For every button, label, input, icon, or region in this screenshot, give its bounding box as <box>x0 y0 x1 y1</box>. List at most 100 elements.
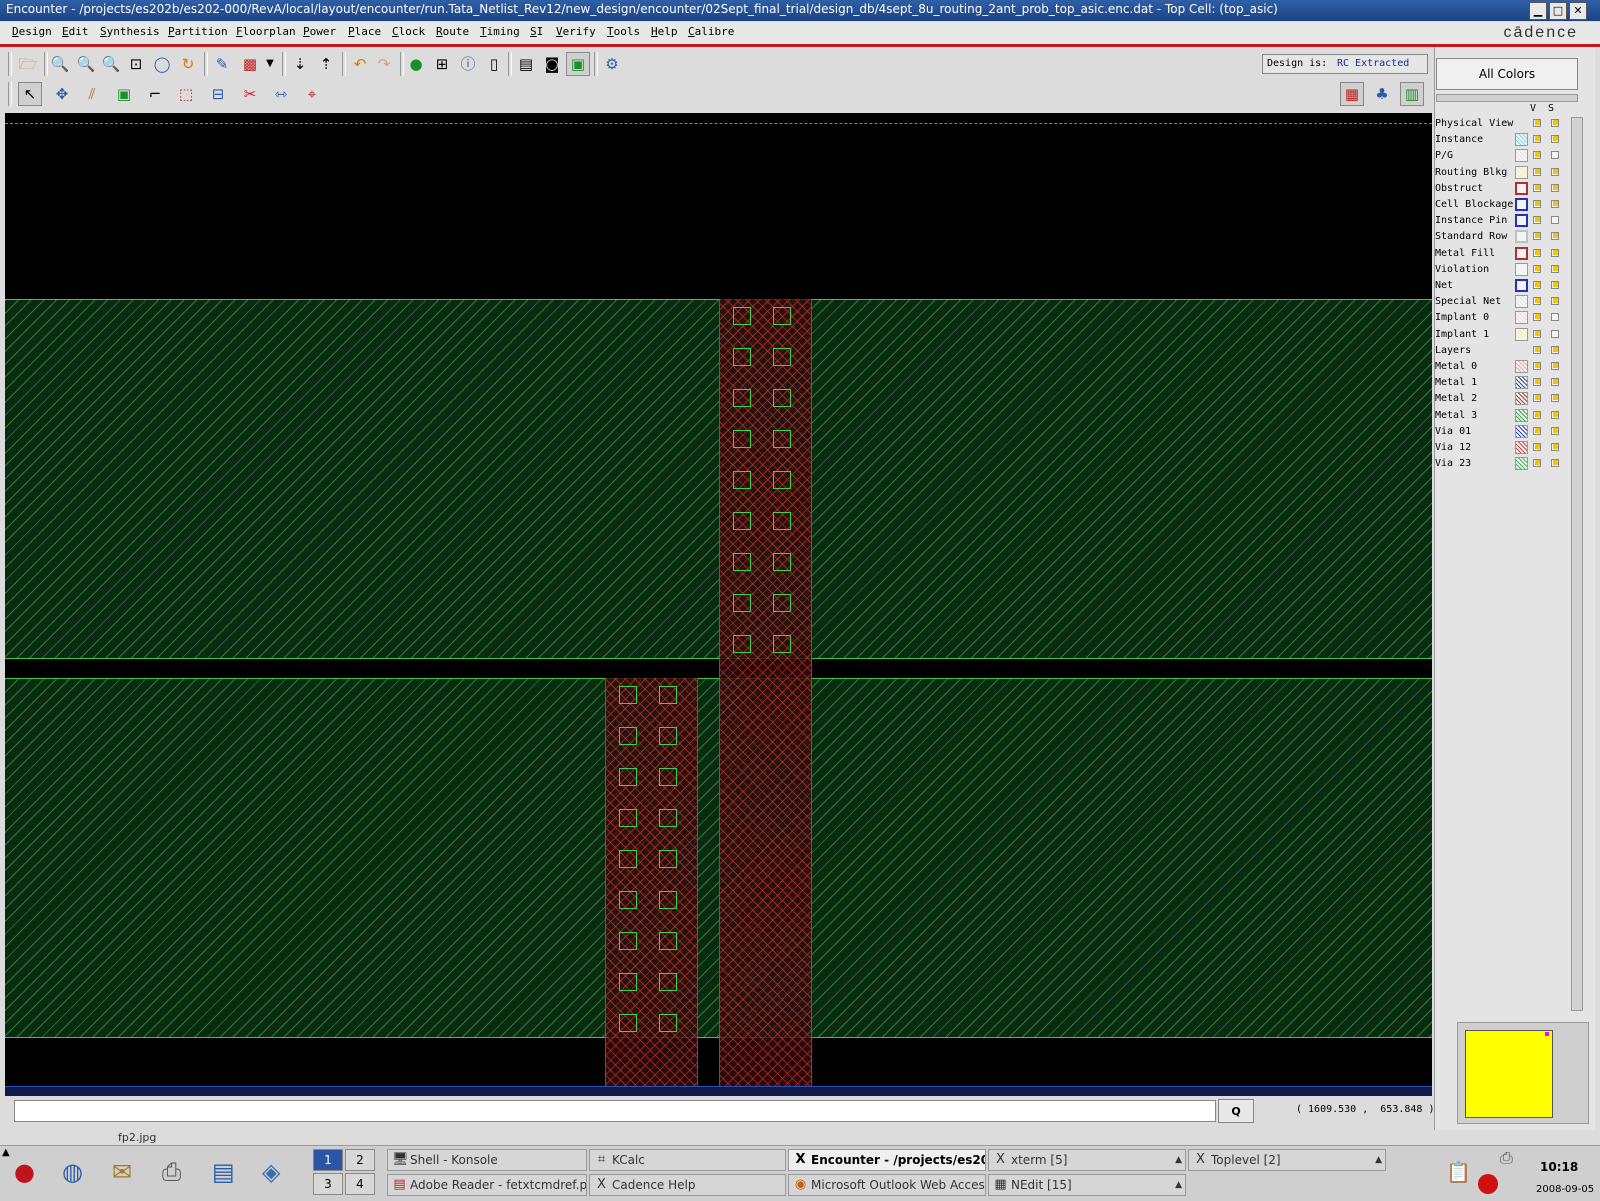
layer-row[interactable]: Net <box>1435 278 1570 294</box>
visibility-checkbox[interactable] <box>1533 168 1541 176</box>
layer-row[interactable]: P/G <box>1435 148 1570 164</box>
menu-partition[interactable]: Partition <box>168 25 228 38</box>
layer-row[interactable]: Violation <box>1435 262 1570 278</box>
selectable-checkbox[interactable] <box>1551 346 1559 354</box>
zoom-area-icon[interactable]: 🔍 <box>99 52 123 76</box>
menu-verify[interactable]: Verify <box>556 25 596 38</box>
task-cadence-help[interactable]: X Cadence Help <box>589 1174 786 1196</box>
task-nedit[interactable]: ▦ NEdit [15] ▲ <box>988 1174 1186 1196</box>
design-overview-minimap[interactable] <box>1465 1030 1553 1118</box>
office-launcher-icon[interactable]: ▤ <box>212 1158 235 1186</box>
layer-color-swatch[interactable] <box>1515 149 1528 162</box>
move-icon[interactable]: ✥ <box>50 82 74 106</box>
visibility-checkbox[interactable] <box>1533 281 1541 289</box>
via-cut[interactable] <box>659 809 677 827</box>
minimize-button[interactable]: ▁ <box>1529 2 1547 20</box>
layer-color-swatch[interactable] <box>1515 214 1528 227</box>
visibility-checkbox[interactable] <box>1533 378 1541 386</box>
ruler-icon[interactable]: ⌐ <box>143 82 167 106</box>
via-cut[interactable] <box>619 850 637 868</box>
via-cut[interactable] <box>733 553 751 571</box>
via-cut[interactable] <box>619 686 637 704</box>
layer-color-swatch[interactable] <box>1515 166 1528 179</box>
hierarchy-browser-icon[interactable]: ⊞ <box>430 52 454 76</box>
via-cut[interactable] <box>733 348 751 366</box>
selectable-checkbox[interactable] <box>1551 184 1559 192</box>
layer-color-swatch[interactable] <box>1515 409 1528 422</box>
visibility-checkbox[interactable] <box>1533 443 1541 451</box>
via-cut[interactable] <box>773 553 791 571</box>
via-cut[interactable] <box>773 471 791 489</box>
open-folder-icon[interactable]: 🗁 <box>16 52 40 76</box>
zoom-previous-icon[interactable]: ◯ <box>150 52 174 76</box>
layer-row[interactable]: Instance Pin <box>1435 213 1570 229</box>
layer-color-swatch[interactable] <box>1515 441 1528 454</box>
amoeba-view-icon[interactable]: ♣ <box>1370 82 1394 106</box>
visibility-checkbox[interactable] <box>1533 200 1541 208</box>
redo-icon[interactable]: ↷ <box>372 52 396 76</box>
via-cut[interactable] <box>659 727 677 745</box>
layer-color-swatch[interactable] <box>1515 457 1528 470</box>
layer-row[interactable]: Cell Blockage <box>1435 197 1570 213</box>
visibility-checkbox[interactable] <box>1533 346 1541 354</box>
layer-panel-scrollbar[interactable] <box>1571 117 1583 1011</box>
camera-icon[interactable]: ◙ <box>540 52 564 76</box>
undo-icon[interactable]: ↶ <box>348 52 372 76</box>
selectable-checkbox[interactable] <box>1551 200 1559 208</box>
redraw-icon[interactable]: ↻ <box>176 52 200 76</box>
selectable-checkbox[interactable] <box>1551 281 1559 289</box>
via-cut[interactable] <box>659 891 677 909</box>
query-button[interactable]: Q <box>1218 1099 1254 1123</box>
stretch-icon[interactable]: ⬚ <box>174 82 198 106</box>
layer-color-swatch[interactable] <box>1515 311 1528 324</box>
panel-slider[interactable] <box>1436 94 1578 102</box>
visibility-checkbox[interactable] <box>1533 119 1541 127</box>
via-cut[interactable] <box>733 635 751 653</box>
selectable-checkbox[interactable] <box>1551 459 1559 467</box>
zoom-out-icon[interactable]: 🔍 <box>74 52 98 76</box>
measure-icon[interactable]: ⊟ <box>206 82 230 106</box>
menu-route[interactable]: Route <box>436 25 469 38</box>
printer-tray-icon[interactable]: ⎙ <box>1500 1148 1513 1168</box>
via-cut[interactable] <box>619 891 637 909</box>
layer-color-swatch[interactable] <box>1515 182 1528 195</box>
visibility-checkbox[interactable] <box>1533 297 1541 305</box>
visibility-checkbox[interactable] <box>1533 330 1541 338</box>
layer-row[interactable]: Via 01 <box>1435 424 1570 440</box>
floorplan-view-icon[interactable]: ▦ <box>1340 82 1364 106</box>
layer-row[interactable]: Physical View <box>1435 116 1570 132</box>
layer-color-swatch[interactable] <box>1515 392 1528 405</box>
selectable-checkbox[interactable] <box>1551 394 1559 402</box>
selectable-checkbox[interactable] <box>1551 297 1559 305</box>
selectable-checkbox[interactable] <box>1551 249 1559 257</box>
layout-canvas[interactable] <box>5 113 1432 1096</box>
via-cut[interactable] <box>773 389 791 407</box>
via-cut[interactable] <box>659 850 677 868</box>
via-cut[interactable] <box>733 471 751 489</box>
menu-synthesis[interactable]: Synthesis <box>100 25 160 38</box>
selectable-checkbox[interactable] <box>1551 168 1559 176</box>
layer-row[interactable]: Metal 3 <box>1435 408 1570 424</box>
selectable-checkbox[interactable] <box>1551 119 1559 127</box>
via-cut[interactable] <box>733 389 751 407</box>
menu-design[interactable]: Design <box>12 25 52 38</box>
selectable-checkbox[interactable] <box>1551 330 1559 338</box>
via-cut[interactable] <box>619 809 637 827</box>
menu-calibre[interactable]: Calibre <box>688 25 734 38</box>
task-konsole[interactable]: 🖥 Shell - Konsole <box>387 1149 587 1171</box>
desktop-1-button[interactable]: 1 <box>313 1149 343 1171</box>
redhat-menu-icon[interactable]: ● <box>14 1158 35 1186</box>
layer-row[interactable]: Obstruct <box>1435 181 1570 197</box>
layer-color-swatch[interactable] <box>1515 247 1528 260</box>
task-adobe-reader[interactable]: ▤ Adobe Reader - fetxtcmdref.p <box>387 1174 587 1196</box>
menu-edit[interactable]: Edit <box>62 25 89 38</box>
via-cut[interactable] <box>619 727 637 745</box>
via-cut[interactable] <box>619 768 637 786</box>
layer-color-swatch[interactable] <box>1515 230 1528 243</box>
update-alert-icon[interactable] <box>1478 1174 1498 1194</box>
task-xterm[interactable]: Xxterm [5] ▲ <box>988 1149 1186 1171</box>
physical-view-icon[interactable]: ▥ <box>1400 82 1424 106</box>
browser-launcher-icon[interactable]: ◍ <box>62 1158 83 1186</box>
layer-row[interactable]: Metal Fill <box>1435 246 1570 262</box>
visibility-checkbox[interactable] <box>1533 411 1541 419</box>
